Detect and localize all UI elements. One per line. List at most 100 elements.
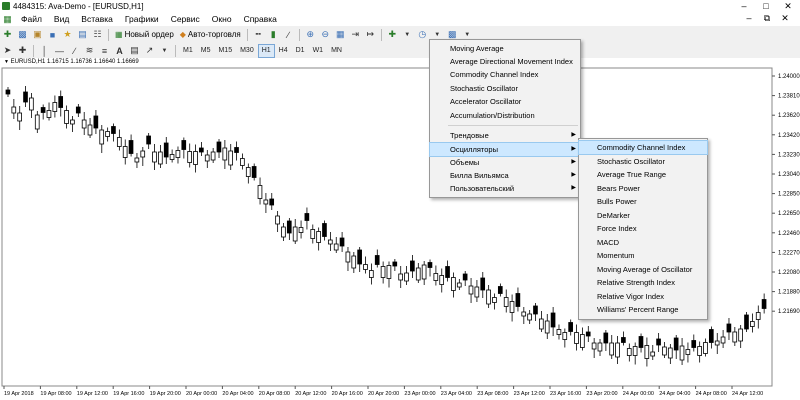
text-tool-icon[interactable]: A	[113, 44, 126, 57]
timeframe-d1[interactable]: D1	[292, 44, 309, 58]
child-restore-icon[interactable]: ⧉	[758, 12, 776, 24]
fibonacci-icon[interactable]: ≡	[98, 44, 111, 57]
candle-body	[369, 270, 374, 278]
menu-group-oscillators[interactable]: Осцилляторы ▶	[429, 142, 581, 157]
autotrading-label: Авто-торговля	[187, 30, 241, 39]
submenu-item-williams-r[interactable]: Williams' Percent Range	[579, 303, 707, 316]
submenu-item-stochastic[interactable]: Stochastic Oscillator	[579, 155, 707, 168]
candle-body	[597, 342, 603, 352]
title-bar: 4484315: Ava-Demo - [EURUSD,H1] – □ ✕	[0, 0, 800, 12]
text-label-icon[interactable]: ▤	[128, 44, 141, 57]
submenu-item-demarker[interactable]: DeMarker	[579, 209, 707, 222]
new-chart-icon[interactable]: ✚	[1, 28, 14, 41]
menu-group-bill-williams[interactable]: Билла Вильямса ▶	[430, 169, 580, 182]
submenu-item-rsi[interactable]: Relative Strength Index	[579, 276, 707, 289]
tester-icon[interactable]: ☷	[91, 28, 104, 41]
timeframe-m30[interactable]: M30	[236, 44, 258, 58]
timeframe-h4[interactable]: H4	[275, 44, 292, 58]
arrows-icon[interactable]: ↗	[143, 44, 156, 57]
menu-window[interactable]: Окно	[206, 12, 238, 26]
zoom-in-icon[interactable]: ⊕	[304, 28, 317, 41]
child-minimize-icon[interactable]: –	[740, 12, 758, 24]
channel-icon[interactable]: ≋	[83, 44, 96, 57]
candle-body	[732, 331, 738, 343]
navigator-icon[interactable]: ★	[61, 28, 74, 41]
cursor-icon[interactable]: ➤	[1, 44, 14, 57]
menu-view[interactable]: Вид	[48, 12, 75, 26]
timeframe-w1[interactable]: W1	[309, 44, 328, 58]
menu-tools[interactable]: Сервис	[165, 12, 206, 26]
candle-body	[697, 346, 702, 356]
vertical-line-icon[interactable]: │	[38, 44, 51, 57]
submenu-item-bulls-power[interactable]: Bulls Power	[579, 195, 707, 208]
submenu-item-osma[interactable]: Moving Average of Oscillator	[579, 263, 707, 276]
candle-body	[451, 277, 456, 291]
price-label: 1.21880	[778, 290, 800, 296]
timeframe-m5[interactable]: M5	[197, 44, 215, 58]
candle-body	[556, 329, 562, 335]
submenu-item-rvi[interactable]: Relative Vigor Index	[579, 290, 707, 303]
profiles-icon[interactable]: ▩	[16, 28, 29, 41]
bar-chart-icon[interactable]: ╍	[252, 28, 265, 41]
submenu-item-cci[interactable]: Commodity Channel Index	[578, 140, 708, 155]
candle-body	[327, 239, 333, 245]
candle-body	[58, 96, 64, 108]
menu-item-moving-average[interactable]: Moving Average	[430, 42, 580, 55]
chart-shift-icon[interactable]: ↦	[364, 28, 377, 41]
menu-group-volumes[interactable]: Объемы ▶	[430, 156, 580, 169]
submenu-item-force-index[interactable]: Force Index	[579, 222, 707, 235]
candle-body	[152, 151, 157, 163]
submenu-item-macd[interactable]: MACD	[579, 236, 707, 249]
arrows-dropdown-icon[interactable]: ▼	[158, 44, 171, 57]
new-order-button[interactable]: ▦ Новый ордер	[112, 30, 177, 39]
menu-item-admi[interactable]: Average Directional Movement Index	[430, 55, 580, 68]
candle-body	[527, 313, 532, 321]
submenu-arrow-icon: ▶	[571, 185, 576, 191]
menu-group-trend[interactable]: Трендовые ▶	[430, 129, 580, 142]
candlestick-chart-icon[interactable]: ▮	[267, 28, 280, 41]
menu-file[interactable]: Файл	[15, 12, 48, 26]
menu-group-custom[interactable]: Пользовательский ▶	[430, 182, 580, 195]
candle-body	[404, 272, 409, 282]
menu-insert[interactable]: Вставка	[75, 12, 119, 26]
market-watch-icon[interactable]: ▣	[31, 28, 44, 41]
horizontal-line-icon[interactable]: —	[53, 44, 66, 57]
menu-item-stochastic[interactable]: Stochastic Oscillator	[430, 82, 580, 95]
submenu-item-bears-power[interactable]: Bears Power	[579, 182, 707, 195]
candle-body	[339, 237, 345, 247]
periods-icon[interactable]: ◷	[416, 28, 429, 41]
autotrading-button[interactable]: ◆ Авто-торговля	[177, 30, 244, 39]
close-icon[interactable]: ✕	[777, 0, 799, 12]
menu-item-accelerator[interactable]: Accelerator Oscillator	[430, 95, 580, 108]
timeframe-h1[interactable]: H1	[257, 43, 275, 58]
candle-body	[615, 342, 620, 358]
submenu-item-momentum[interactable]: Momentum	[579, 249, 707, 262]
tile-windows-icon[interactable]: ▦	[334, 28, 347, 41]
child-close-icon[interactable]: ✕	[776, 12, 794, 24]
menu-help[interactable]: Справка	[238, 12, 283, 26]
menu-item-accumulation[interactable]: Accumulation/Distribution	[430, 109, 580, 122]
crosshair-icon[interactable]: ✚	[16, 44, 29, 57]
app-menu-icon[interactable]: ▦	[1, 13, 14, 26]
auto-scroll-icon[interactable]: ⇥	[349, 28, 362, 41]
zoom-out-icon[interactable]: ⊖	[319, 28, 332, 41]
timeframe-m15[interactable]: M15	[214, 44, 236, 58]
timeframe-mn[interactable]: MN	[327, 44, 346, 58]
candle-body	[562, 332, 568, 340]
timeframe-m1[interactable]: M1	[179, 44, 197, 58]
submenu-item-atr[interactable]: Average True Range	[579, 168, 707, 181]
symbol-marker-icon: ▼	[4, 59, 9, 65]
data-window-icon[interactable]: ■	[46, 28, 59, 41]
terminal-icon[interactable]: ▤	[76, 28, 89, 41]
menu-charts[interactable]: Графики	[119, 12, 165, 26]
candle-body	[251, 166, 257, 178]
trendline-icon[interactable]: ∕	[68, 44, 81, 57]
candle-body	[163, 142, 169, 158]
minimize-icon[interactable]: –	[733, 0, 755, 12]
indicators-dropdown-icon[interactable]: ▼	[401, 28, 414, 41]
indicators-icon[interactable]: ✚	[386, 28, 399, 41]
candle-body	[621, 337, 626, 343]
menu-item-cci[interactable]: Commodity Channel Index	[430, 68, 580, 81]
maximize-icon[interactable]: □	[755, 0, 777, 12]
line-chart-icon[interactable]: ∕	[282, 28, 295, 41]
